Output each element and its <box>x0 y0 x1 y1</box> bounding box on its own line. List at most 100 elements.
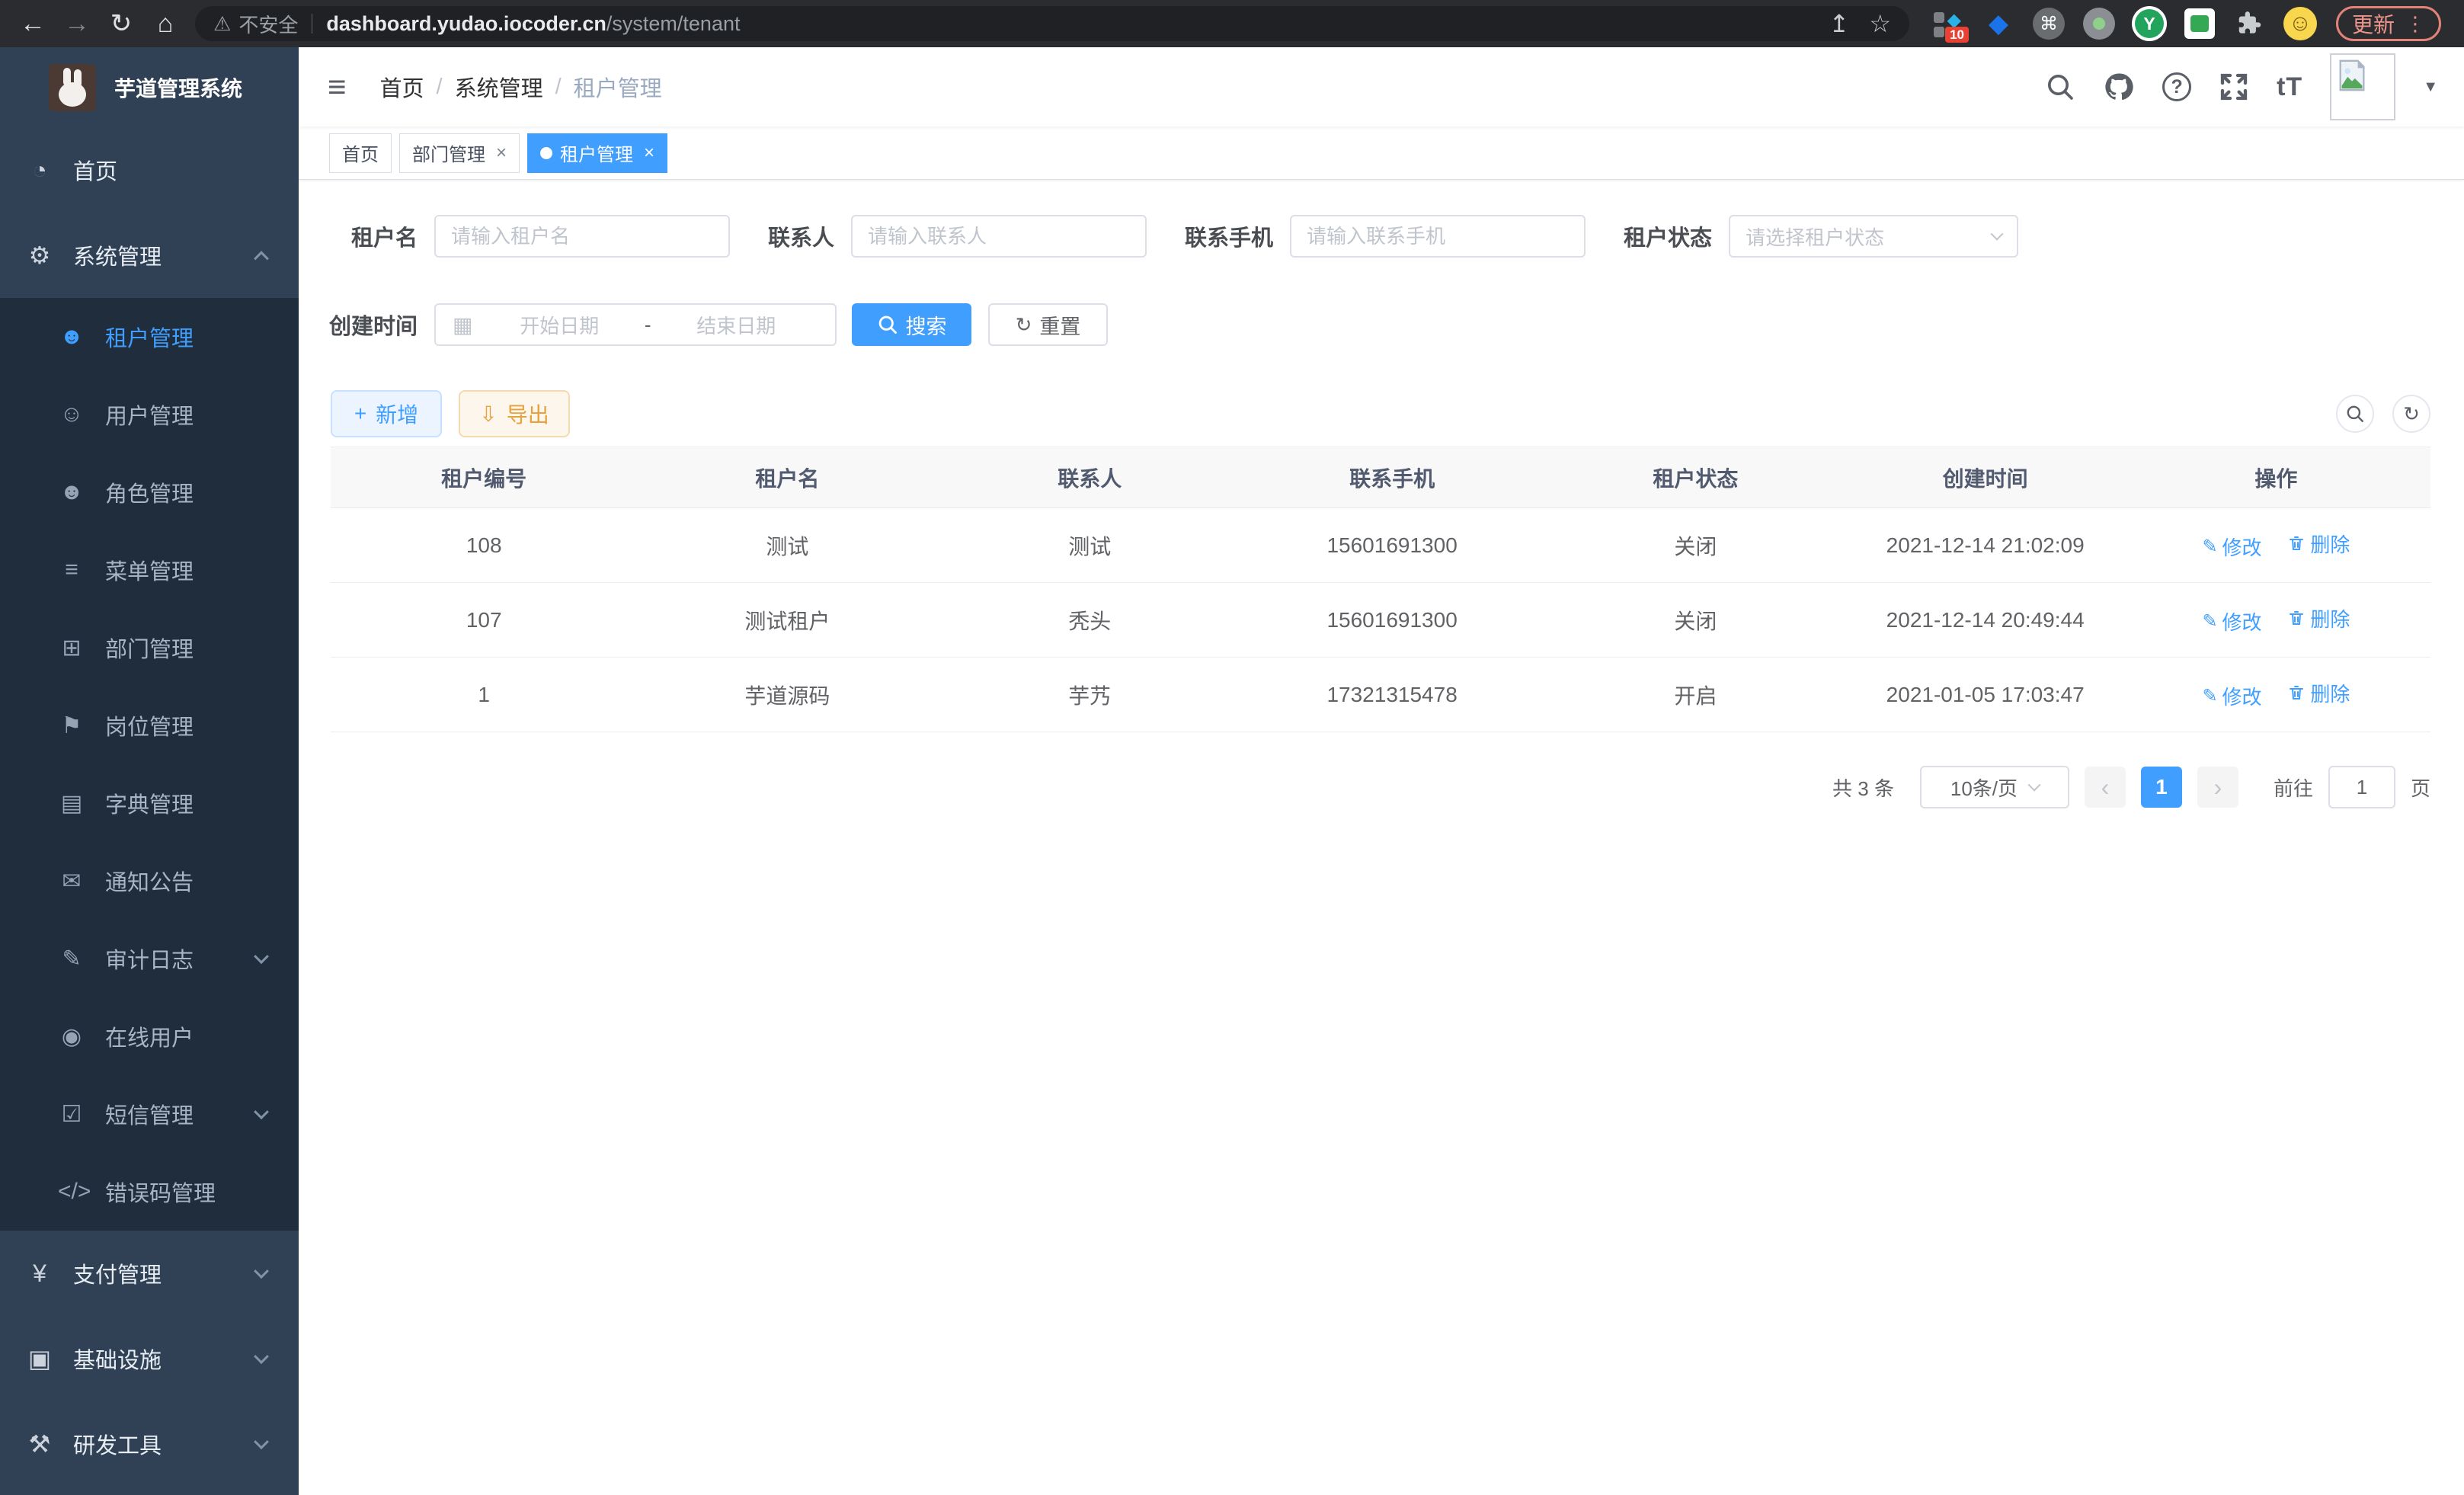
sidebar-item[interactable]: </> 错误码管理 <box>0 1153 299 1231</box>
sidebar-item[interactable]: ▤ 字典管理 <box>0 764 299 842</box>
sidebar-collapse-icon[interactable]: ≡ <box>328 69 347 105</box>
sidebar-item[interactable]: ☺ 用户管理 <box>0 376 299 453</box>
update-label: 更新 <box>2352 8 2395 39</box>
browser-forward-icon[interactable]: → <box>55 9 99 39</box>
edit-link[interactable]: ✎ 修改 <box>2202 533 2261 561</box>
github-icon[interactable] <box>2103 71 2135 103</box>
browser-menu-kebab-icon[interactable]: ⋮ <box>2405 12 2425 36</box>
prev-page-button[interactable]: ‹ <box>2085 767 2126 808</box>
app-logo[interactable]: 芋道管理系统 <box>0 47 299 127</box>
record-icon <box>2083 8 2115 40</box>
sidebar-item[interactable]: ◔ 首页 <box>0 127 299 213</box>
download-icon: ⇩ <box>479 402 497 427</box>
status-select[interactable]: 请选择租户状态 <box>1729 215 2018 258</box>
help-icon[interactable]: ? <box>2162 72 2191 101</box>
kite-extension-icon[interactable]: ◆ <box>1981 6 2016 41</box>
breadcrumb-system[interactable]: 系统管理 <box>455 71 543 103</box>
export-button[interactable]: ⇩ 导出 <box>459 390 570 437</box>
refresh-table-button[interactable]: ↻ <box>2392 395 2430 433</box>
browser-update-button[interactable]: 更新 ⋮ <box>2336 6 2441 41</box>
fullscreen-icon[interactable] <box>2219 72 2249 102</box>
user-avatar[interactable] <box>2330 53 2395 120</box>
search-button[interactable]: 搜索 <box>852 303 971 346</box>
bookmark-star-icon[interactable]: ☆ <box>1869 9 1891 38</box>
cell-created: 2021-12-14 20:49:44 <box>1849 583 2122 658</box>
sidebar-menu: ◔ 首页 ⚙ 系统管理 ☻ 租户管理 ☺ 用户管理 <box>0 127 299 1487</box>
page-size-select[interactable]: 10条/页 <box>1920 766 2069 808</box>
sidebar-item[interactable]: ≡ 菜单管理 <box>0 531 299 609</box>
sidebar-item[interactable]: ⚑ 岗位管理 <box>0 687 299 764</box>
chat-extension-icon[interactable] <box>2182 6 2217 41</box>
cell-tenant-id: 1 <box>331 658 637 732</box>
browser-back-icon[interactable]: ← <box>11 9 55 39</box>
reset-button[interactable]: ↻ 重置 <box>988 303 1108 346</box>
command-extension-icon[interactable]: ⌘ <box>2031 6 2066 41</box>
sidebar-item[interactable]: ✎ 审计日志 <box>0 920 299 997</box>
tab-close-icon[interactable]: × <box>496 142 507 164</box>
security-label[interactable]: 不安全 <box>238 10 298 38</box>
cell-status: 开启 <box>1542 658 1848 732</box>
chevron-down-icon <box>2028 779 2041 792</box>
profile-avatar[interactable]: ☺ <box>2283 6 2318 41</box>
menu-label: 首页 <box>73 154 117 186</box>
font-size-icon[interactable]: tT <box>2277 72 2302 102</box>
goto-page-input[interactable] <box>2328 766 2395 808</box>
sidebar-item[interactable]: ☻ 租户管理 <box>0 298 299 376</box>
col-status: 租户状态 <box>1542 447 1848 508</box>
breadcrumb: 首页 / 系统管理 / 租户管理 <box>380 71 662 103</box>
create-time-label: 创建时间 <box>329 309 418 341</box>
create-time-range-picker[interactable]: ▦ 开始日期 - 结束日期 <box>434 303 837 346</box>
filter-contact: 联系人 <box>768 215 1147 258</box>
page-tab[interactable]: 租户管理 × <box>527 133 667 173</box>
address-bar[interactable]: ⚠ 不安全 dashboard.yudao.iocoder.cn /system… <box>195 6 1909 41</box>
add-button[interactable]: + 新增 <box>331 390 442 437</box>
sidebar-item[interactable]: ⚒ 研发工具 <box>0 1401 299 1487</box>
sidebar-item[interactable]: ¥ 支付管理 <box>0 1231 299 1316</box>
toggle-search-button[interactable] <box>2336 395 2374 433</box>
tenant-name-input[interactable] <box>434 215 730 258</box>
search-icon <box>877 314 898 335</box>
status-label: 租户状态 <box>1624 220 1712 252</box>
header-search-icon[interactable] <box>2045 72 2075 102</box>
sidebar-item[interactable]: ✉ 通知公告 <box>0 842 299 920</box>
browser-reload-icon[interactable]: ↻ <box>99 8 143 39</box>
sidebar-item[interactable]: ☑ 短信管理 <box>0 1075 299 1153</box>
browser-home-icon[interactable]: ⌂ <box>143 9 187 39</box>
sidebar-item[interactable]: ⚙ 系统管理 <box>0 213 299 298</box>
cell-tenant-id: 107 <box>331 583 637 658</box>
page-tab[interactable]: 首页 × <box>329 133 392 173</box>
edit-link[interactable]: ✎ 修改 <box>2202 607 2261 635</box>
extension-badged-icon[interactable]: ◆ 10 <box>1931 6 1966 41</box>
page-tab[interactable]: 部门管理 × <box>399 133 520 173</box>
mobile-input[interactable] <box>1290 215 1586 258</box>
user-icon: ☺ <box>58 402 85 427</box>
recorder-extension-icon[interactable] <box>2082 6 2117 41</box>
tab-close-icon[interactable]: × <box>644 142 654 164</box>
delete-link[interactable]: 删除 <box>2287 679 2350 707</box>
y-extension-icon[interactable]: Y <box>2132 6 2167 41</box>
sidebar-item[interactable]: ◉ 在线用户 <box>0 997 299 1075</box>
menu-label: 错误码管理 <box>105 1176 216 1208</box>
col-tenant-id: 租户编号 <box>331 447 637 508</box>
current-page-button[interactable]: 1 <box>2141 767 2182 808</box>
delete-link[interactable]: 删除 <box>2287 604 2350 632</box>
url-path: /system/tenant <box>606 12 741 36</box>
delete-link[interactable]: 删除 <box>2287 530 2350 558</box>
sidebar-item[interactable]: ⊞ 部门管理 <box>0 609 299 687</box>
menu-label: 用户管理 <box>105 399 194 431</box>
cell-created: 2021-01-05 17:03:47 <box>1849 658 2122 732</box>
table-tools: ↻ <box>2336 395 2430 433</box>
breadcrumb-home[interactable]: 首页 <box>380 71 424 103</box>
org-tree-icon: ⊞ <box>58 635 85 661</box>
edit-link[interactable]: ✎ 修改 <box>2202 682 2261 710</box>
tools-icon: ⚒ <box>26 1429 53 1458</box>
sidebar-item[interactable]: ☻ 角色管理 <box>0 453 299 531</box>
next-page-button[interactable]: › <box>2197 767 2238 808</box>
contact-input[interactable] <box>851 215 1147 258</box>
edit-label: 修改 <box>2222 533 2262 561</box>
extensions-puzzle-icon[interactable] <box>2232 6 2267 41</box>
share-icon[interactable]: ↥ <box>1829 9 1850 38</box>
avatar-dropdown-caret-icon[interactable]: ▼ <box>2423 78 2438 96</box>
sidebar-item[interactable]: ▣ 基础设施 <box>0 1316 299 1401</box>
sms-shield-icon: ☑ <box>58 1101 85 1128</box>
